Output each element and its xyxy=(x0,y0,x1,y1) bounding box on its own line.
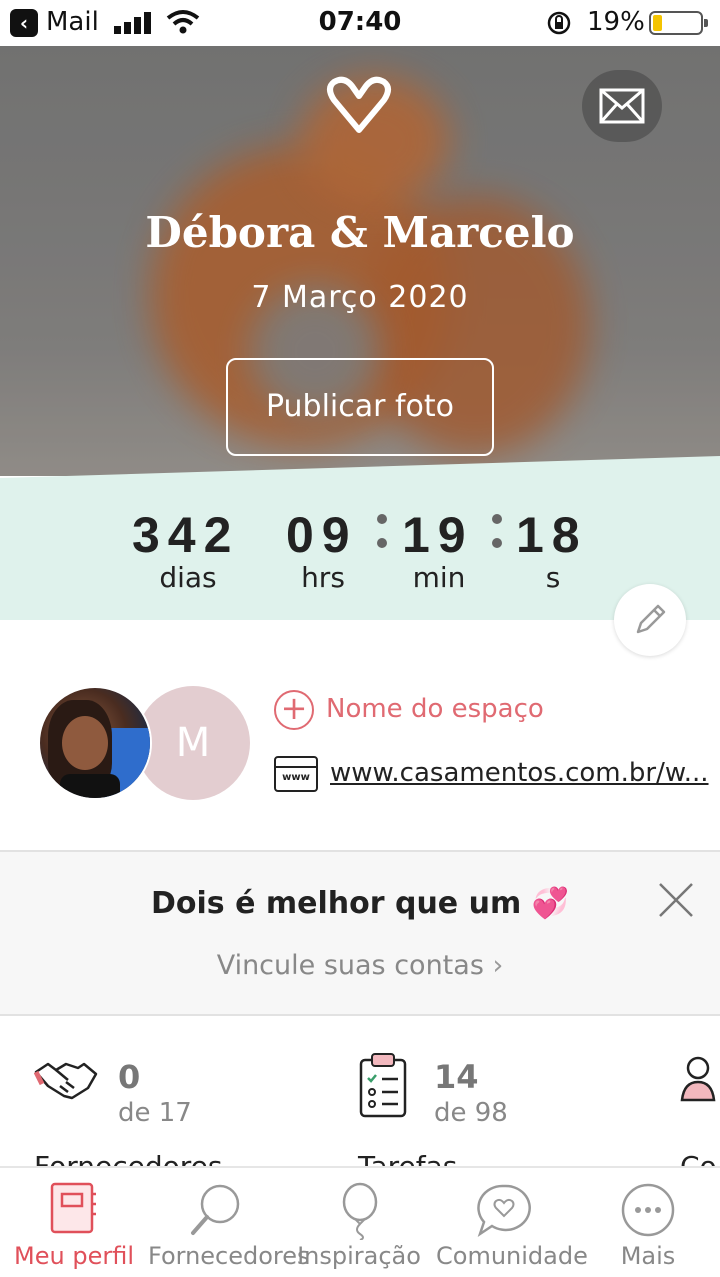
handshake-icon xyxy=(34,1062,98,1100)
chat-heart-icon xyxy=(477,1184,531,1238)
rotation-lock-icon xyxy=(547,11,571,35)
website-icon: www xyxy=(274,756,318,792)
guests-icon xyxy=(680,1056,716,1102)
bottom-tab-bar: Meu perfil Fornecedores Inspiração Comun… xyxy=(0,1166,720,1277)
countdown-hours-label: hrs xyxy=(301,561,345,594)
pencil-icon xyxy=(636,604,666,634)
countdown-hours: 09 xyxy=(286,507,358,563)
magnifier-icon xyxy=(191,1184,240,1235)
website-url[interactable]: www.casamentos.com.br/w... xyxy=(330,758,709,788)
countdown-seconds: 18 xyxy=(516,507,588,563)
countdown-minutes-label: min xyxy=(412,561,466,594)
countdown-separator xyxy=(377,514,387,562)
link-accounts-label: Vincule suas contas xyxy=(216,950,484,981)
countdown-separator xyxy=(492,514,502,562)
battery-icon xyxy=(649,11,708,35)
couple-names: Débora & Marcelo xyxy=(145,208,575,257)
tab-label: Fornecedores xyxy=(148,1242,310,1270)
wedding-countdown: 342 dias 09 hrs 19 min 18 s xyxy=(0,456,720,620)
countdown-minutes: 19 xyxy=(402,507,474,563)
stat-value: 14 xyxy=(434,1058,479,1096)
link-accounts-link[interactable]: Vincule suas contas › xyxy=(0,950,720,981)
link-accounts-banner[interactable]: Dois é melhor que um 💞 Vincule suas cont… xyxy=(0,850,720,1016)
countdown-days: 342 xyxy=(132,507,240,563)
status-bar: ‹ Mail 07:40 19% xyxy=(0,0,720,46)
banner-title: Dois é melhor que um 💞 xyxy=(150,886,570,921)
countdown-days-label: dias xyxy=(159,561,217,594)
user-avatar[interactable] xyxy=(38,686,152,800)
stat-value: 0 xyxy=(118,1058,141,1096)
chevron-right-icon: › xyxy=(492,950,504,981)
more-icon xyxy=(621,1183,675,1237)
tab-comunidade[interactable]: Comunidade xyxy=(436,1168,588,1277)
partner-avatar[interactable]: M xyxy=(136,686,250,800)
tab-inspiracao[interactable]: Inspiração xyxy=(296,1168,422,1277)
tab-label: Meu perfil xyxy=(14,1242,134,1270)
mail-icon xyxy=(599,88,645,124)
tab-mais[interactable]: Mais xyxy=(580,1168,716,1277)
wedding-date: 7 Março 2020 xyxy=(251,280,469,315)
clipboard-checklist-icon xyxy=(359,1053,407,1118)
stat-total: de 98 xyxy=(434,1098,508,1128)
stat-total: de 17 xyxy=(118,1098,192,1128)
tab-label: Inspiração xyxy=(297,1242,421,1270)
tab-fornecedores[interactable]: Fornecedores xyxy=(148,1168,310,1277)
tab-meu-perfil[interactable]: Meu perfil xyxy=(0,1168,148,1277)
tab-label: Comunidade xyxy=(436,1242,588,1270)
publish-photo-button[interactable]: Publicar foto xyxy=(226,358,494,456)
plus-icon: + xyxy=(274,690,314,730)
messages-button[interactable] xyxy=(582,70,662,142)
notebook-icon xyxy=(50,1182,96,1234)
space-name-label: Nome do espaço xyxy=(326,694,544,724)
tab-label: Mais xyxy=(620,1242,676,1270)
hero-cover[interactable]: Débora & Marcelo 7 Março 2020 Publicar f… xyxy=(0,46,720,476)
heart-icon xyxy=(327,76,391,133)
balloon-icon xyxy=(342,1182,378,1240)
battery-percent: 19% xyxy=(587,7,645,37)
close-icon[interactable] xyxy=(656,880,696,920)
edit-button[interactable] xyxy=(614,584,686,656)
countdown-seconds-label: s xyxy=(545,561,561,594)
